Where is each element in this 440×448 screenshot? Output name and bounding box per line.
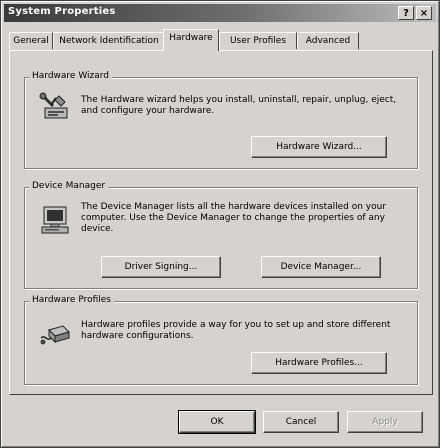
- cancel-button[interactable]: Cancel: [263, 411, 339, 433]
- hardware-wizard-icon: [39, 92, 68, 119]
- driver-signing-button[interactable]: Driver Signing...: [101, 256, 221, 278]
- system-properties-dialog: System Properties ? × General Network Id…: [0, 0, 440, 448]
- device-manager-group-title: Device Manager: [29, 181, 109, 191]
- hardware-wizard-group: Hardware Wizard The Hardware wizard help…: [24, 71, 418, 169]
- hardware-profiles-group-title: Hardware Profiles: [29, 295, 114, 305]
- hardware-profiles-group: Hardware Profiles Hardware profiles prov…: [24, 295, 418, 385]
- close-button[interactable]: ×: [416, 6, 432, 20]
- tab-strip: General Network Identification Hardware …: [9, 28, 429, 51]
- device-manager-description: The Device Manager lists all the hardwar…: [81, 202, 387, 234]
- hardware-profiles-description: Hardware profiles provide a way for you …: [81, 320, 391, 341]
- tab-hardware[interactable]: Hardware: [163, 29, 219, 51]
- title-bar[interactable]: System Properties ? ×: [4, 4, 436, 22]
- hardware-wizard-button[interactable]: Hardware Wizard...: [251, 136, 387, 158]
- window-title: System Properties: [8, 6, 116, 17]
- hardware-wizard-description: The Hardware wizard helps you install, u…: [81, 95, 397, 116]
- tab-general[interactable]: General: [9, 32, 53, 49]
- hardware-wizard-group-title: Hardware Wizard: [29, 71, 113, 81]
- computer-icon: [41, 206, 69, 234]
- tab-advanced[interactable]: Advanced: [297, 32, 359, 49]
- hardware-tab-panel: Hardware Wizard The Hardware wizard help…: [9, 50, 433, 395]
- hardware-profiles-icon: [40, 325, 70, 345]
- help-button[interactable]: ?: [398, 6, 414, 20]
- device-manager-group: Device Manager The Device Manager lists …: [24, 181, 418, 289]
- tab-network-identification[interactable]: Network Identification: [53, 32, 165, 49]
- ok-button[interactable]: OK: [178, 410, 256, 434]
- tab-user-profiles[interactable]: User Profiles: [219, 32, 297, 49]
- apply-button[interactable]: Apply: [347, 411, 423, 433]
- device-manager-button[interactable]: Device Manager...: [261, 256, 381, 278]
- hardware-profiles-button[interactable]: Hardware Profiles...: [251, 352, 387, 374]
